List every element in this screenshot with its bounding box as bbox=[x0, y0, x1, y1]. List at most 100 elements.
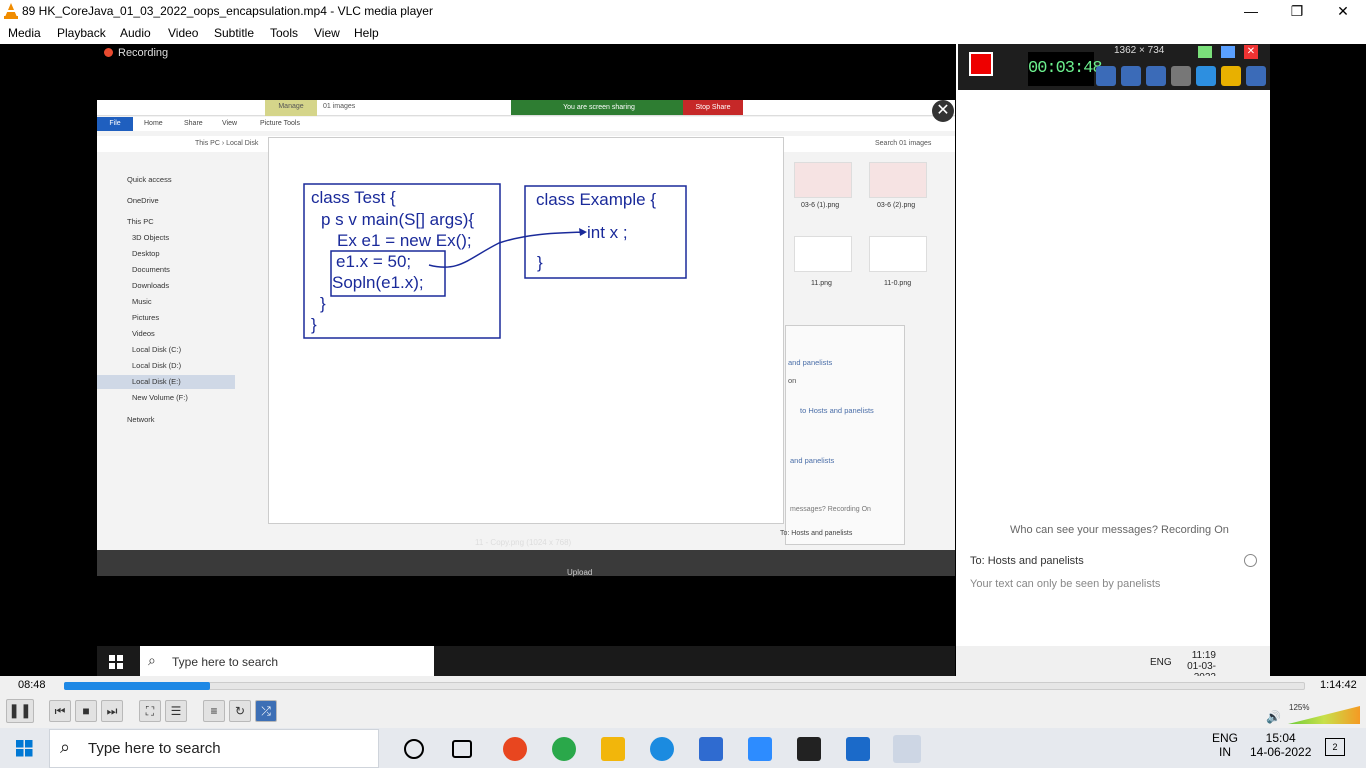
cursor-icon bbox=[1171, 66, 1191, 86]
file-explorer-icon[interactable] bbox=[601, 737, 625, 761]
vlc-cone-icon bbox=[4, 3, 18, 19]
menu-subtitle[interactable]: Subtitle bbox=[214, 26, 254, 40]
nav-item: Desktop bbox=[132, 249, 160, 258]
code-line: } bbox=[320, 294, 326, 313]
who-can-see-label: Who can see your messages? Recording On bbox=[1010, 524, 1229, 536]
nav-item: Pictures bbox=[132, 313, 160, 322]
code-line: } bbox=[537, 253, 543, 272]
image-viewer-toolbar bbox=[97, 550, 955, 576]
code-line: class Example { bbox=[536, 190, 656, 209]
chat-input: Your text can only be seen by panelists bbox=[970, 578, 1161, 590]
nav-item: Network bbox=[127, 415, 155, 424]
nav-item: Downloads bbox=[132, 281, 170, 290]
recorded-time: 11:19 bbox=[1191, 650, 1216, 661]
webcam-icon bbox=[1146, 66, 1166, 86]
sticky-notes-icon[interactable] bbox=[797, 737, 821, 761]
menu-tools[interactable]: Tools bbox=[270, 26, 298, 40]
ribbon-picture-tools: Picture Tools bbox=[260, 120, 300, 127]
nav-item: Local Disk (D:) bbox=[132, 361, 182, 370]
code-line: Sopln(e1.x); bbox=[332, 273, 424, 292]
menu-help[interactable]: Help bbox=[354, 26, 379, 40]
clock[interactable]: 15:04 14-06-2022 bbox=[1250, 731, 1311, 759]
code-line: p s v main(S[] args){ bbox=[321, 210, 475, 229]
notifications-icon[interactable]: 2 bbox=[1325, 738, 1345, 756]
ribbon-home: Home bbox=[144, 120, 163, 127]
seek-bar[interactable] bbox=[64, 682, 1305, 690]
fullscreen-button[interactable]: ⛶ bbox=[139, 700, 161, 722]
shuffle-button[interactable]: ⤮ bbox=[255, 700, 277, 722]
previous-button[interactable]: ⏮ bbox=[49, 700, 71, 722]
nav-item: This PC bbox=[127, 217, 154, 226]
close-viewer-icon: ✕ bbox=[932, 100, 954, 122]
vlc-taskbar-icon[interactable] bbox=[893, 735, 921, 763]
snipping-icon[interactable] bbox=[650, 737, 674, 761]
photos-icon[interactable] bbox=[846, 737, 870, 761]
thumb-label: 03-6 (1).png bbox=[801, 202, 840, 209]
store-icon[interactable] bbox=[699, 737, 723, 761]
nav-item-selected: Local Disk (E:) bbox=[132, 377, 181, 386]
recording-indicator: Recording bbox=[104, 47, 168, 59]
cortana-icon[interactable] bbox=[404, 739, 424, 759]
nav-item: Documents bbox=[132, 265, 170, 274]
nav-item: New Volume (F:) bbox=[132, 393, 188, 402]
close-button[interactable]: ✕ bbox=[1320, 0, 1366, 22]
extended-settings-button[interactable]: ☰ bbox=[165, 700, 187, 722]
input-language[interactable]: ENG IN bbox=[1212, 731, 1238, 759]
nav-item: 3D Objects bbox=[132, 233, 170, 242]
resolution-label: 1362 × 734 bbox=[1114, 45, 1165, 56]
title-bar: 89 HK_CoreJava_01_03_2022_oops_encapsula… bbox=[0, 0, 1366, 22]
minimize-button[interactable]: — bbox=[1228, 0, 1274, 22]
screen-sharing-bar: You are screen sharing bbox=[511, 100, 687, 115]
explorer-search: Search 01 images bbox=[875, 140, 932, 147]
webinar-chat-window: and panelists on to Hosts and panelists … bbox=[780, 325, 905, 545]
code-slide: class Test { p s v main(S[] args){ Ex e1… bbox=[268, 137, 784, 524]
ribbon-view: View bbox=[222, 120, 238, 127]
loop-button[interactable]: ↻ bbox=[229, 700, 251, 722]
search-icon: ⌕ bbox=[60, 737, 71, 757]
nav-item: OneDrive bbox=[127, 196, 159, 205]
thumb-label: 11.png bbox=[811, 280, 832, 287]
elapsed-time: 08:48 bbox=[18, 679, 46, 691]
code-line: int x ; bbox=[587, 223, 628, 242]
stop-button[interactable]: ■ bbox=[75, 700, 97, 722]
nav-item: Local Disk (C:) bbox=[132, 345, 182, 354]
window-title: 89 HK_CoreJava_01_03_2022_oops_encapsula… bbox=[22, 4, 433, 18]
stop-record-icon bbox=[969, 52, 993, 76]
taskbar-search[interactable]: ⌕ Type here to search bbox=[49, 729, 379, 768]
upload-label: Upload bbox=[567, 568, 593, 577]
playlist-button[interactable]: ≡ bbox=[203, 700, 225, 722]
chrome-icon[interactable] bbox=[552, 737, 576, 761]
menu-media[interactable]: Media bbox=[8, 26, 41, 40]
close-icon: ✕ bbox=[1244, 45, 1258, 59]
recorder-toolbar: 00:03:48 1362 × 734 ✕ bbox=[958, 44, 1270, 90]
explorer-nav-pane: Quick access OneDrive This PC 3D Objects… bbox=[97, 170, 237, 450]
maximize-button[interactable]: ❐ bbox=[1274, 0, 1320, 22]
ribbon-file: File bbox=[97, 117, 133, 131]
record-app-icon[interactable] bbox=[503, 737, 527, 761]
volume-label: 125% bbox=[1289, 703, 1310, 712]
image-caption: 11 - Copy.png (1024 x 768) bbox=[475, 538, 572, 547]
pause-button[interactable]: ❚❚ bbox=[6, 699, 34, 723]
zoom-icon[interactable] bbox=[748, 737, 772, 761]
menu-bar: Media Playback Audio Video Subtitle Tool… bbox=[0, 22, 1366, 44]
stop-share-button: Stop Share bbox=[683, 100, 743, 115]
menu-playback[interactable]: Playback bbox=[57, 26, 106, 40]
folder-icon bbox=[1221, 66, 1241, 86]
seek-progress bbox=[64, 682, 211, 690]
recorded-system-tray: ENG 11:19 01-03-2022 bbox=[956, 646, 1270, 683]
task-view-icon[interactable] bbox=[452, 740, 472, 758]
minimize-icon bbox=[1221, 46, 1235, 58]
address-path: This PC › Local Disk bbox=[195, 140, 259, 147]
search-icon: ⌕ bbox=[148, 652, 156, 668]
speaker-icon bbox=[1096, 66, 1116, 86]
menu-video[interactable]: Video bbox=[168, 26, 198, 40]
mic-icon bbox=[1121, 66, 1141, 86]
menu-audio[interactable]: Audio bbox=[120, 26, 151, 40]
windows-start-icon[interactable] bbox=[16, 740, 33, 757]
nav-item: Quick access bbox=[127, 175, 172, 184]
menu-view[interactable]: View bbox=[314, 26, 340, 40]
code-line: e1.x = 50; bbox=[336, 252, 412, 271]
record-dot-icon bbox=[104, 48, 113, 57]
thumb-label: 03-6 (2).png bbox=[877, 202, 916, 209]
next-button[interactable]: ⏭ bbox=[101, 700, 123, 722]
